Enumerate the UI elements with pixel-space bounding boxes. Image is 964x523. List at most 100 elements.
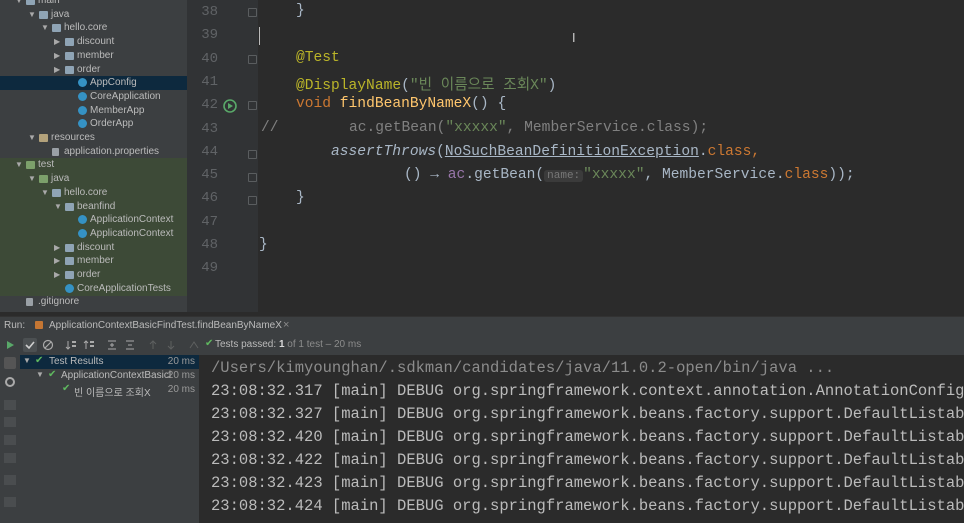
chevron-down-icon[interactable]: ▼: [28, 8, 36, 22]
chevron-down-icon[interactable]: ▼: [54, 200, 62, 214]
test-results-root[interactable]: ▼ ✔ Test Results 20 ms: [20, 355, 199, 369]
collapse-all-icon[interactable]: [123, 338, 137, 352]
chevron-right-icon[interactable]: ▶: [54, 49, 60, 63]
folder-icon: [65, 243, 74, 252]
chevron-down-icon[interactable]: ▼: [41, 186, 49, 200]
tree-item-label: CoreApplicationTests: [77, 282, 171, 294]
fold-marker-icon[interactable]: [248, 55, 257, 64]
tree-item[interactable]: ▼ java: [0, 8, 187, 22]
folder-icon: [65, 271, 74, 279]
tree-item[interactable]: ▼ hello.core: [0, 21, 187, 35]
test-class-time: 20 ms: [167, 370, 195, 381]
expand-all-icon[interactable]: [105, 338, 119, 352]
tree-item-label: java: [51, 173, 70, 185]
console-line: /Users/kimyounghan/.sdkman/candidates/ja…: [211, 359, 835, 377]
camera-icon[interactable]: [4, 417, 16, 427]
passed-check-icon: ✔: [35, 355, 44, 366]
test-results-tree: ▼ ✔ Test Results 20 ms ▼ ✔ ApplicationCo…: [20, 355, 199, 523]
chevron-right-icon[interactable]: ▶: [54, 241, 60, 255]
sort-duration-icon[interactable]: [82, 338, 96, 352]
tree-item[interactable]: ▼ beanfind: [0, 199, 187, 214]
class-icon: [78, 215, 87, 225]
close-tab-icon[interactable]: ×: [283, 319, 289, 331]
sort-alpha-icon[interactable]: [64, 338, 78, 352]
tree-item[interactable]: ▼ hello.core: [0, 185, 187, 200]
test-method-label: 빈 이름으로 조회X: [74, 388, 151, 399]
tree-item[interactable]: ApplicationContext: [0, 226, 187, 241]
tree-item[interactable]: ▶ order: [0, 268, 187, 282]
project-tree: ▼ main ▼ java ▼ hello.core ▶ discount ▶ member ▶ or…: [0, 0, 187, 312]
fold-marker-icon[interactable]: [248, 196, 257, 205]
rerun-icon[interactable]: [3, 338, 17, 352]
fold-marker-icon[interactable]: [248, 101, 257, 110]
run-test-gutter-icon[interactable]: [223, 99, 237, 113]
tree-item[interactable]: ▶ member: [0, 49, 187, 63]
chevron-down-icon[interactable]: ▼: [15, 158, 23, 172]
tree-splitter[interactable]: [187, 0, 194, 312]
tree-item[interactable]: ▶ member: [0, 254, 187, 269]
tree-item-label: beanfind: [77, 200, 116, 212]
tree-item[interactable]: application.properties: [0, 145, 187, 159]
class-icon: [78, 228, 87, 238]
code-line-43-body: ac.getBean("xxxxx", MemberService.class)…: [349, 120, 709, 136]
chevron-right-icon[interactable]: ▶: [54, 254, 60, 268]
test-class-row[interactable]: ▼ ✔ ApplicationContextBasicl 20 ms: [20, 369, 199, 383]
console-line: 23:08:32.420 [main] DEBUG org.springfram…: [211, 428, 964, 446]
folder-green-icon: [26, 161, 35, 170]
parameter-hint: name:: [544, 170, 584, 182]
line-number: 43: [201, 120, 218, 137]
chevron-down-icon[interactable]: ▼: [28, 172, 36, 186]
line-number: 47: [201, 213, 218, 230]
code-line-38: }: [296, 3, 305, 19]
login-icon[interactable]: [4, 453, 16, 463]
tree-item[interactable]: ▼ test: [0, 158, 187, 173]
passed-check-icon: ✔: [62, 383, 71, 394]
show-passed-icon[interactable]: [23, 338, 37, 352]
chevron-down-icon: ▼: [36, 370, 44, 379]
tree-item-label: hello.core: [64, 22, 108, 34]
previous-failed-icon[interactable]: [146, 338, 160, 352]
fold-marker-icon[interactable]: [248, 150, 257, 159]
line-number: 49: [201, 260, 218, 277]
tree-item-label: member: [77, 255, 114, 267]
pin-icon[interactable]: [4, 497, 16, 507]
export-results-icon[interactable]: [187, 338, 201, 352]
tree-item[interactable]: .gitignore: [0, 295, 187, 309]
console-output[interactable]: /Users/kimyounghan/.sdkman/candidates/ja…: [199, 355, 964, 523]
tree-item-label: OrderApp: [90, 118, 134, 130]
tree-item[interactable]: ▼ java: [0, 172, 187, 187]
history-icon[interactable]: [4, 435, 16, 445]
layout-icon[interactable]: [4, 400, 16, 410]
tree-item[interactable]: ▶ discount: [0, 240, 187, 255]
tree-item-label: hello.core: [64, 186, 108, 198]
tree-item[interactable]: ApplicationContext: [0, 213, 187, 228]
chevron-down-icon[interactable]: ▼: [41, 21, 49, 35]
chevron-right-icon[interactable]: ▶: [54, 35, 60, 49]
tree-item[interactable]: CoreApplication: [0, 90, 187, 104]
settings-icon[interactable]: [4, 375, 16, 387]
print-icon[interactable]: [4, 475, 16, 485]
chevron-right-icon[interactable]: ▶: [54, 63, 60, 77]
fold-marker-icon[interactable]: [248, 173, 257, 182]
chevron-down-icon[interactable]: ▼: [28, 131, 36, 145]
tree-item[interactable]: AppConfig: [0, 76, 187, 91]
tree-item[interactable]: CoreApplicationTests: [0, 281, 187, 296]
tree-item[interactable]: ▼ resources: [0, 131, 187, 145]
show-ignored-icon[interactable]: [41, 338, 55, 352]
line-number: 48: [201, 237, 218, 253]
fold-marker-icon[interactable]: [248, 8, 257, 17]
chevron-right-icon[interactable]: ▶: [54, 268, 60, 282]
folder-icon: [65, 65, 74, 74]
run-tab-title[interactable]: ApplicationContextBasicFindTest.findBean…: [49, 320, 282, 331]
tree-item[interactable]: OrderApp: [0, 117, 187, 131]
tree-item[interactable]: ▶ order: [0, 63, 187, 77]
next-failed-icon[interactable]: [164, 338, 178, 352]
tree-item[interactable]: MemberApp: [0, 104, 187, 118]
line-number: 46: [201, 190, 218, 207]
tree-item[interactable]: ▶ discount: [0, 35, 187, 49]
stop-icon[interactable]: [4, 357, 16, 369]
test-method-row[interactable]: ✔ 빈 이름으로 조회X 20 ms: [20, 383, 199, 399]
code-line-42: void findBeanByNameX() {: [296, 96, 507, 112]
tree-item-label: discount: [77, 241, 115, 253]
class-icon: [78, 105, 87, 115]
